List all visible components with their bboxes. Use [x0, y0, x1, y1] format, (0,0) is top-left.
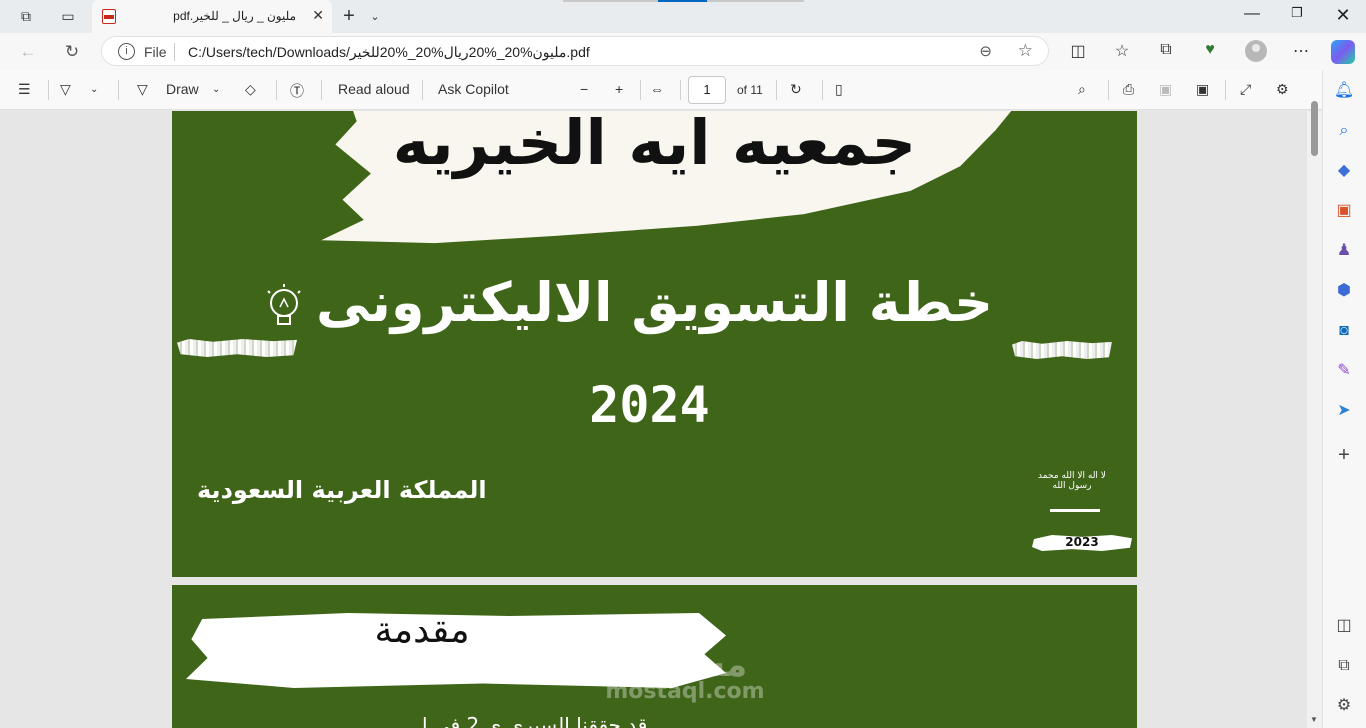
settings-icon[interactable]: ⚙ [1276, 81, 1289, 98]
read-aloud-button[interactable]: Read aloud [338, 81, 410, 97]
close-tab-icon[interactable]: ✕ [312, 7, 324, 24]
pdf-toolbar: ☰ ▽ ⌄ ▽ Draw ⌄ ◇ Ⓣ Read aloud Ask Copilo… [0, 70, 1322, 110]
copilot-icon[interactable] [1331, 40, 1355, 64]
shopping-tag-icon[interactable]: ◆ [1333, 160, 1355, 182]
flag-sword-icon [1050, 509, 1100, 512]
new-tab-icon[interactable]: + [338, 5, 360, 27]
back-icon[interactable]: ← [16, 42, 40, 62]
add-sidebar-app-icon[interactable]: + [1333, 444, 1355, 466]
scribble-decoration [177, 339, 297, 357]
pdf-page-1: جمعيه ايه الخيريه خطة التسويق الاليكترون… [172, 111, 1137, 577]
refresh-icon[interactable]: ↻ [60, 42, 84, 62]
divider [276, 80, 277, 100]
avatar[interactable] [1245, 40, 1267, 62]
tab-actions-chevron-icon[interactable]: ⌄ [364, 6, 386, 26]
address-bar-row: ← ↻ i File C:/Users/tech/Downloads/مليون… [0, 33, 1366, 70]
pdf-page-2: مقدمة مستقل mostaql.com قد حققنا السيري … [172, 585, 1137, 728]
divider [48, 80, 49, 100]
body-text: قد حققنا السيري ي 2 في ا [422, 713, 648, 728]
more-menu-icon[interactable]: ⋯ [1289, 41, 1313, 61]
divider [1225, 80, 1226, 100]
save-as-icon[interactable]: ▣ [1196, 81, 1209, 98]
fullscreen-icon[interactable]: ⤢ [1240, 81, 1251, 98]
find-icon[interactable]: ⌕ [1078, 81, 1086, 98]
active-indicator [658, 0, 707, 2]
org-name: جمعيه ايه الخيريه [392, 111, 917, 179]
scroll-down-icon[interactable]: ▼ [1310, 715, 1318, 724]
zoom-icon[interactable]: ⊖ [979, 42, 992, 60]
divider [640, 80, 641, 100]
highlight-icon[interactable]: ▽ [60, 81, 71, 98]
divider [776, 80, 777, 100]
save-icon: ▣ [1159, 81, 1173, 97]
info-icon[interactable]: i [118, 43, 135, 60]
designer-icon[interactable]: ✎ [1333, 360, 1355, 382]
minimize-icon[interactable]: — [1229, 5, 1275, 23]
ask-copilot-button[interactable]: Ask Copilot [438, 81, 509, 97]
rotate-icon[interactable]: ↻ [790, 81, 802, 98]
favorites-icon[interactable]: ☆ [1110, 41, 1134, 61]
search-icon[interactable]: ⌕ [1333, 120, 1355, 142]
divider [174, 43, 175, 61]
contents-icon[interactable]: ☰ [18, 81, 31, 98]
url-scheme: File [144, 44, 167, 60]
eraser-icon[interactable]: ◇ [245, 81, 256, 98]
divider [422, 80, 423, 100]
flag-year: 2023 [1065, 535, 1099, 549]
workspaces-icon[interactable]: ⧉ [15, 6, 37, 26]
scribble-decoration [1012, 341, 1112, 359]
restore-icon[interactable]: ❐ [1274, 5, 1320, 21]
flag-inscription: لا اله الا الله محمد رسول الله [1038, 471, 1106, 491]
url-text[interactable]: C:/Users/tech/Downloads/مليون%20_%20ريال… [188, 44, 590, 61]
favorite-star-icon[interactable]: ☆ [1018, 41, 1033, 61]
tools-briefcase-icon[interactable]: ▣ [1333, 200, 1355, 222]
edge-sidebar: 🔔︎ ⌕ ◆ ▣ ♟ ⬢ ◙ ✎ ➤ + ◫ ⧉ ⚙ [1322, 70, 1366, 728]
print-icon[interactable]: ⎙ [1123, 81, 1134, 98]
page-number-input[interactable]: 1 [688, 76, 726, 104]
address-bar[interactable]: i File C:/Users/tech/Downloads/مليون%20_… [101, 36, 1049, 66]
divider [680, 80, 681, 100]
intro-heading: مقدمة [374, 610, 470, 651]
draw-button[interactable]: Draw [166, 81, 199, 97]
send-icon[interactable]: ➤ [1333, 400, 1355, 422]
tab-indicator [563, 0, 658, 2]
browser-essentials-icon[interactable]: ♥ [1198, 41, 1222, 59]
close-window-icon[interactable]: ✕ [1320, 5, 1366, 26]
sidebar-settings-icon[interactable]: ⚙ [1333, 695, 1355, 717]
microsoft-365-icon[interactable]: ⬢ [1333, 280, 1355, 302]
open-external-icon[interactable]: ⧉ [1333, 655, 1355, 677]
page-view-icon[interactable]: ▯ [835, 81, 843, 98]
text-box-icon[interactable]: Ⓣ [290, 81, 304, 101]
zoom-out-icon[interactable]: − [580, 81, 588, 97]
tab-bar: ⧉ ▭ pdf.مليون _ ريال _ للخير ✕ + ⌄ — ❐ ✕ [0, 0, 1366, 33]
watermark-latin: mostaql.com [605, 679, 765, 704]
page-total: of 11 [737, 83, 763, 97]
divider [822, 80, 823, 100]
tab-pdf[interactable]: pdf.مليون _ ريال _ للخير ✕ [92, 0, 332, 33]
hide-sidebar-icon[interactable]: ◫ [1333, 615, 1355, 637]
games-icon[interactable]: ♟ [1333, 240, 1355, 262]
draw-icon[interactable]: ▽ [137, 81, 148, 98]
country-name: المملكة العربية السعودية [197, 476, 487, 504]
divider [118, 80, 119, 100]
draw-chevron-icon[interactable]: ⌄ [212, 84, 220, 95]
tab-indicator-2 [707, 0, 804, 2]
tab-title: pdf.مليون _ ريال _ للخير [173, 9, 296, 23]
pdf-icon [102, 9, 116, 24]
divider [321, 80, 322, 100]
fit-page-icon[interactable]: ⇔ [650, 81, 664, 97]
watermark: مستقل mostaql.com [600, 645, 770, 704]
split-screen-icon[interactable]: ◫ [1066, 41, 1090, 61]
zoom-in-icon[interactable]: + [615, 81, 623, 97]
outlook-icon[interactable]: ◙ [1333, 320, 1355, 342]
scrollbar[interactable]: ▲ ▼ [1307, 101, 1322, 728]
plan-year: 2024 [589, 376, 710, 434]
divider [1108, 80, 1109, 100]
vertical-tabs-icon[interactable]: ▭ [57, 6, 79, 26]
collections-icon[interactable]: ⧉ [1154, 41, 1178, 59]
notifications-bell-icon[interactable]: 🔔︎ [1333, 80, 1355, 102]
highlight-chevron-icon[interactable]: ⌄ [90, 84, 98, 95]
plan-title: خطة التسويق الاليكترونى [315, 271, 993, 334]
